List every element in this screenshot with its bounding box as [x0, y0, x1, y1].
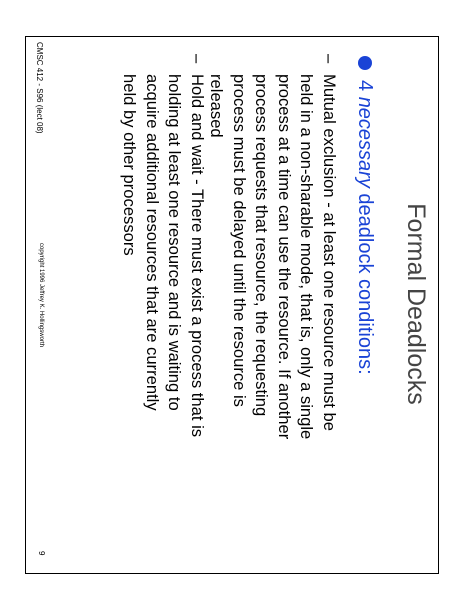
- footer-page-number: 9: [37, 551, 46, 556]
- condition-line: holding at least one resource and is wai…: [165, 74, 185, 411]
- condition-line: Hold and wait - There must exist a proce…: [188, 74, 207, 438]
- condition-line: held by other processors: [120, 74, 140, 256]
- footer-course: CMSC 412 - S96 (lect 08): [35, 42, 44, 134]
- condition-line: acquire additional resources that are cu…: [142, 74, 162, 411]
- dash-icon: –: [188, 54, 207, 64]
- page: Formal Deadlocks 4 necessary deadlock co…: [0, 0, 467, 605]
- condition-line: Mutual exclusion - at least one resource…: [320, 74, 339, 431]
- condition-line: process requests that resource, the requ…: [252, 74, 272, 417]
- main-bullet-prefix: 4: [354, 80, 376, 97]
- condition-line: process must be delayed until the resour…: [229, 74, 249, 407]
- condition-line: process at a time can use the resource. …: [274, 74, 294, 440]
- main-bullet-text: 4 necessary deadlock conditions:: [353, 80, 377, 375]
- slide-title: Formal Deadlocks: [402, 203, 430, 405]
- condition-line: held in a non-sharable mode, that is, on…: [297, 74, 317, 440]
- footer-copyright: copyright 1996 Jeffrey K. Hollingsworth: [38, 243, 44, 347]
- dash-icon: –: [320, 54, 339, 64]
- slide: Formal Deadlocks 4 necessary deadlock co…: [28, 38, 436, 570]
- main-bullet-suffix: deadlock conditions:: [354, 187, 376, 375]
- main-bullet-emphasis: necessary: [354, 96, 376, 188]
- condition-text: Hold and wait - There must exist a proce…: [118, 74, 208, 437]
- bullet-dot-icon: [358, 56, 372, 70]
- condition-text: Mutual exclusion - at least one resource…: [204, 74, 340, 439]
